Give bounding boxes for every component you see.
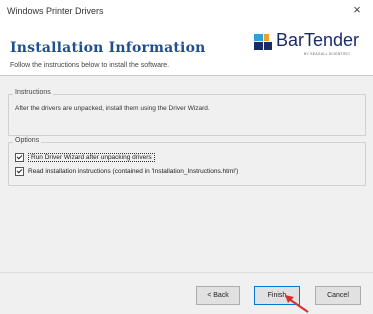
run-driver-wizard-label[interactable]: Run Driver Wizard after unpacking driver… bbox=[28, 152, 155, 162]
logo-text: BarTender bbox=[276, 30, 360, 50]
cancel-button[interactable]: Cancel bbox=[315, 286, 361, 305]
arrow-cursor-icon bbox=[285, 295, 309, 313]
close-icon[interactable]: × bbox=[350, 3, 364, 17]
bartender-logo-icon: BarTender BY SEAGULL SCIENTIFIC bbox=[254, 30, 366, 62]
page-title: Installation Information bbox=[10, 40, 206, 56]
run-driver-wizard-checkbox[interactable]: Run Driver Wizard after unpacking driver… bbox=[15, 152, 155, 162]
back-button[interactable]: < Back bbox=[196, 286, 240, 305]
logo-mark-icon bbox=[254, 34, 272, 50]
window-title: Windows Printer Drivers bbox=[7, 6, 104, 16]
checkbox-checked-icon[interactable] bbox=[15, 152, 24, 162]
instructions-group: Instructions After the drivers are unpac… bbox=[8, 89, 366, 136]
page-subtitle: Follow the instructions below to install… bbox=[10, 62, 170, 69]
options-group: Options Run Driver Wizard after unpackin… bbox=[8, 137, 366, 186]
options-group-label: Options bbox=[13, 137, 42, 144]
checkbox-checked-icon[interactable] bbox=[15, 166, 24, 176]
instructions-text: After the drivers are unpacked, install … bbox=[15, 105, 210, 112]
instructions-group-label: Instructions bbox=[13, 89, 53, 96]
title-bar: Windows Printer Drivers × bbox=[0, 0, 373, 22]
button-bar: < Back Finish Cancel bbox=[0, 272, 373, 314]
read-instructions-checkbox[interactable]: Read installation instructions (containe… bbox=[15, 166, 238, 176]
content-panel: Instructions After the drivers are unpac… bbox=[0, 76, 373, 272]
read-instructions-label[interactable]: Read installation instructions (containe… bbox=[28, 168, 238, 175]
wizard-header: Installation Information Follow the inst… bbox=[0, 22, 373, 74]
logo-subtext: BY SEAGULL SCIENTIFIC bbox=[304, 52, 351, 56]
